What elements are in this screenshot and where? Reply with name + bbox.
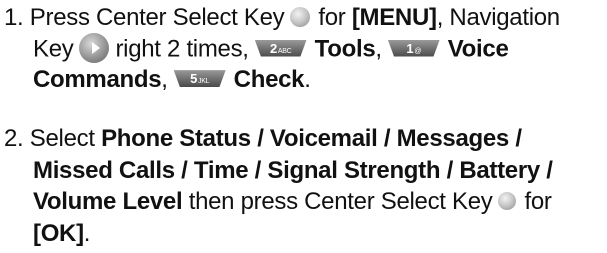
step-2-line-4: [OK].	[4, 218, 604, 250]
keypad-5-icon: 5JKL	[173, 70, 226, 88]
menu-label: [MENU]	[351, 4, 437, 31]
center-select-key-icon	[290, 6, 311, 27]
step-2-line-2: Missed Calls / Time / Signal Strength / …	[33, 156, 553, 184]
step-text: .	[83, 219, 91, 247]
step-2-line-3: Volume Level then press Center Select Ke…	[4, 186, 604, 218]
voice-label: Voice	[447, 35, 509, 63]
ok-label: [OK]	[33, 219, 84, 247]
step-text: ,	[161, 66, 168, 93]
step-2-line-1: 2. Select Phone Status / Voicemail / Mes…	[4, 123, 604, 155]
check-label: Check	[233, 66, 305, 93]
step-1-line-3: Commands, 5JKL Check.	[4, 64, 604, 95]
step-number: 1.	[4, 4, 24, 31]
step-text: for	[318, 4, 346, 31]
step-text: right 2 times,	[115, 35, 249, 63]
step-text: .	[304, 66, 311, 93]
step-text: for	[524, 188, 552, 215]
step-1-line-1: 1. Press Center Select Key for [MENU], Na…	[4, 2, 604, 33]
step-text: then press Center Select Key	[188, 188, 493, 215]
manual-page: 1. Press Center Select Key for [MENU], Na…	[0, 0, 607, 253]
step-text: Select	[29, 125, 95, 152]
step-2: 2. Select Phone Status / Voicemail / Mes…	[4, 123, 604, 249]
option-list: Phone Status / Voicemail / Messages /	[101, 125, 522, 152]
step-1: 1. Press Center Select Key for [MENU], Na…	[4, 2, 604, 95]
keypad-2-icon: 2ABC	[254, 39, 307, 57]
step-text: Press Center Select Key	[29, 4, 285, 31]
center-select-key-icon	[498, 191, 517, 210]
navigation-key-right-icon	[79, 33, 110, 63]
step-1-line-2: Key right 2 times, 2ABC Tools, 1@ Voice	[4, 33, 604, 64]
step-text: Key	[33, 35, 74, 63]
tools-label: Tools	[314, 35, 376, 63]
commands-label: Commands	[33, 66, 162, 93]
volume-level-label: Volume Level	[33, 188, 183, 215]
step-text: ,	[375, 35, 382, 63]
step-number: 2.	[4, 125, 24, 152]
keypad-1-icon: 1@	[387, 39, 440, 57]
step-text: , Navigation	[436, 4, 560, 31]
